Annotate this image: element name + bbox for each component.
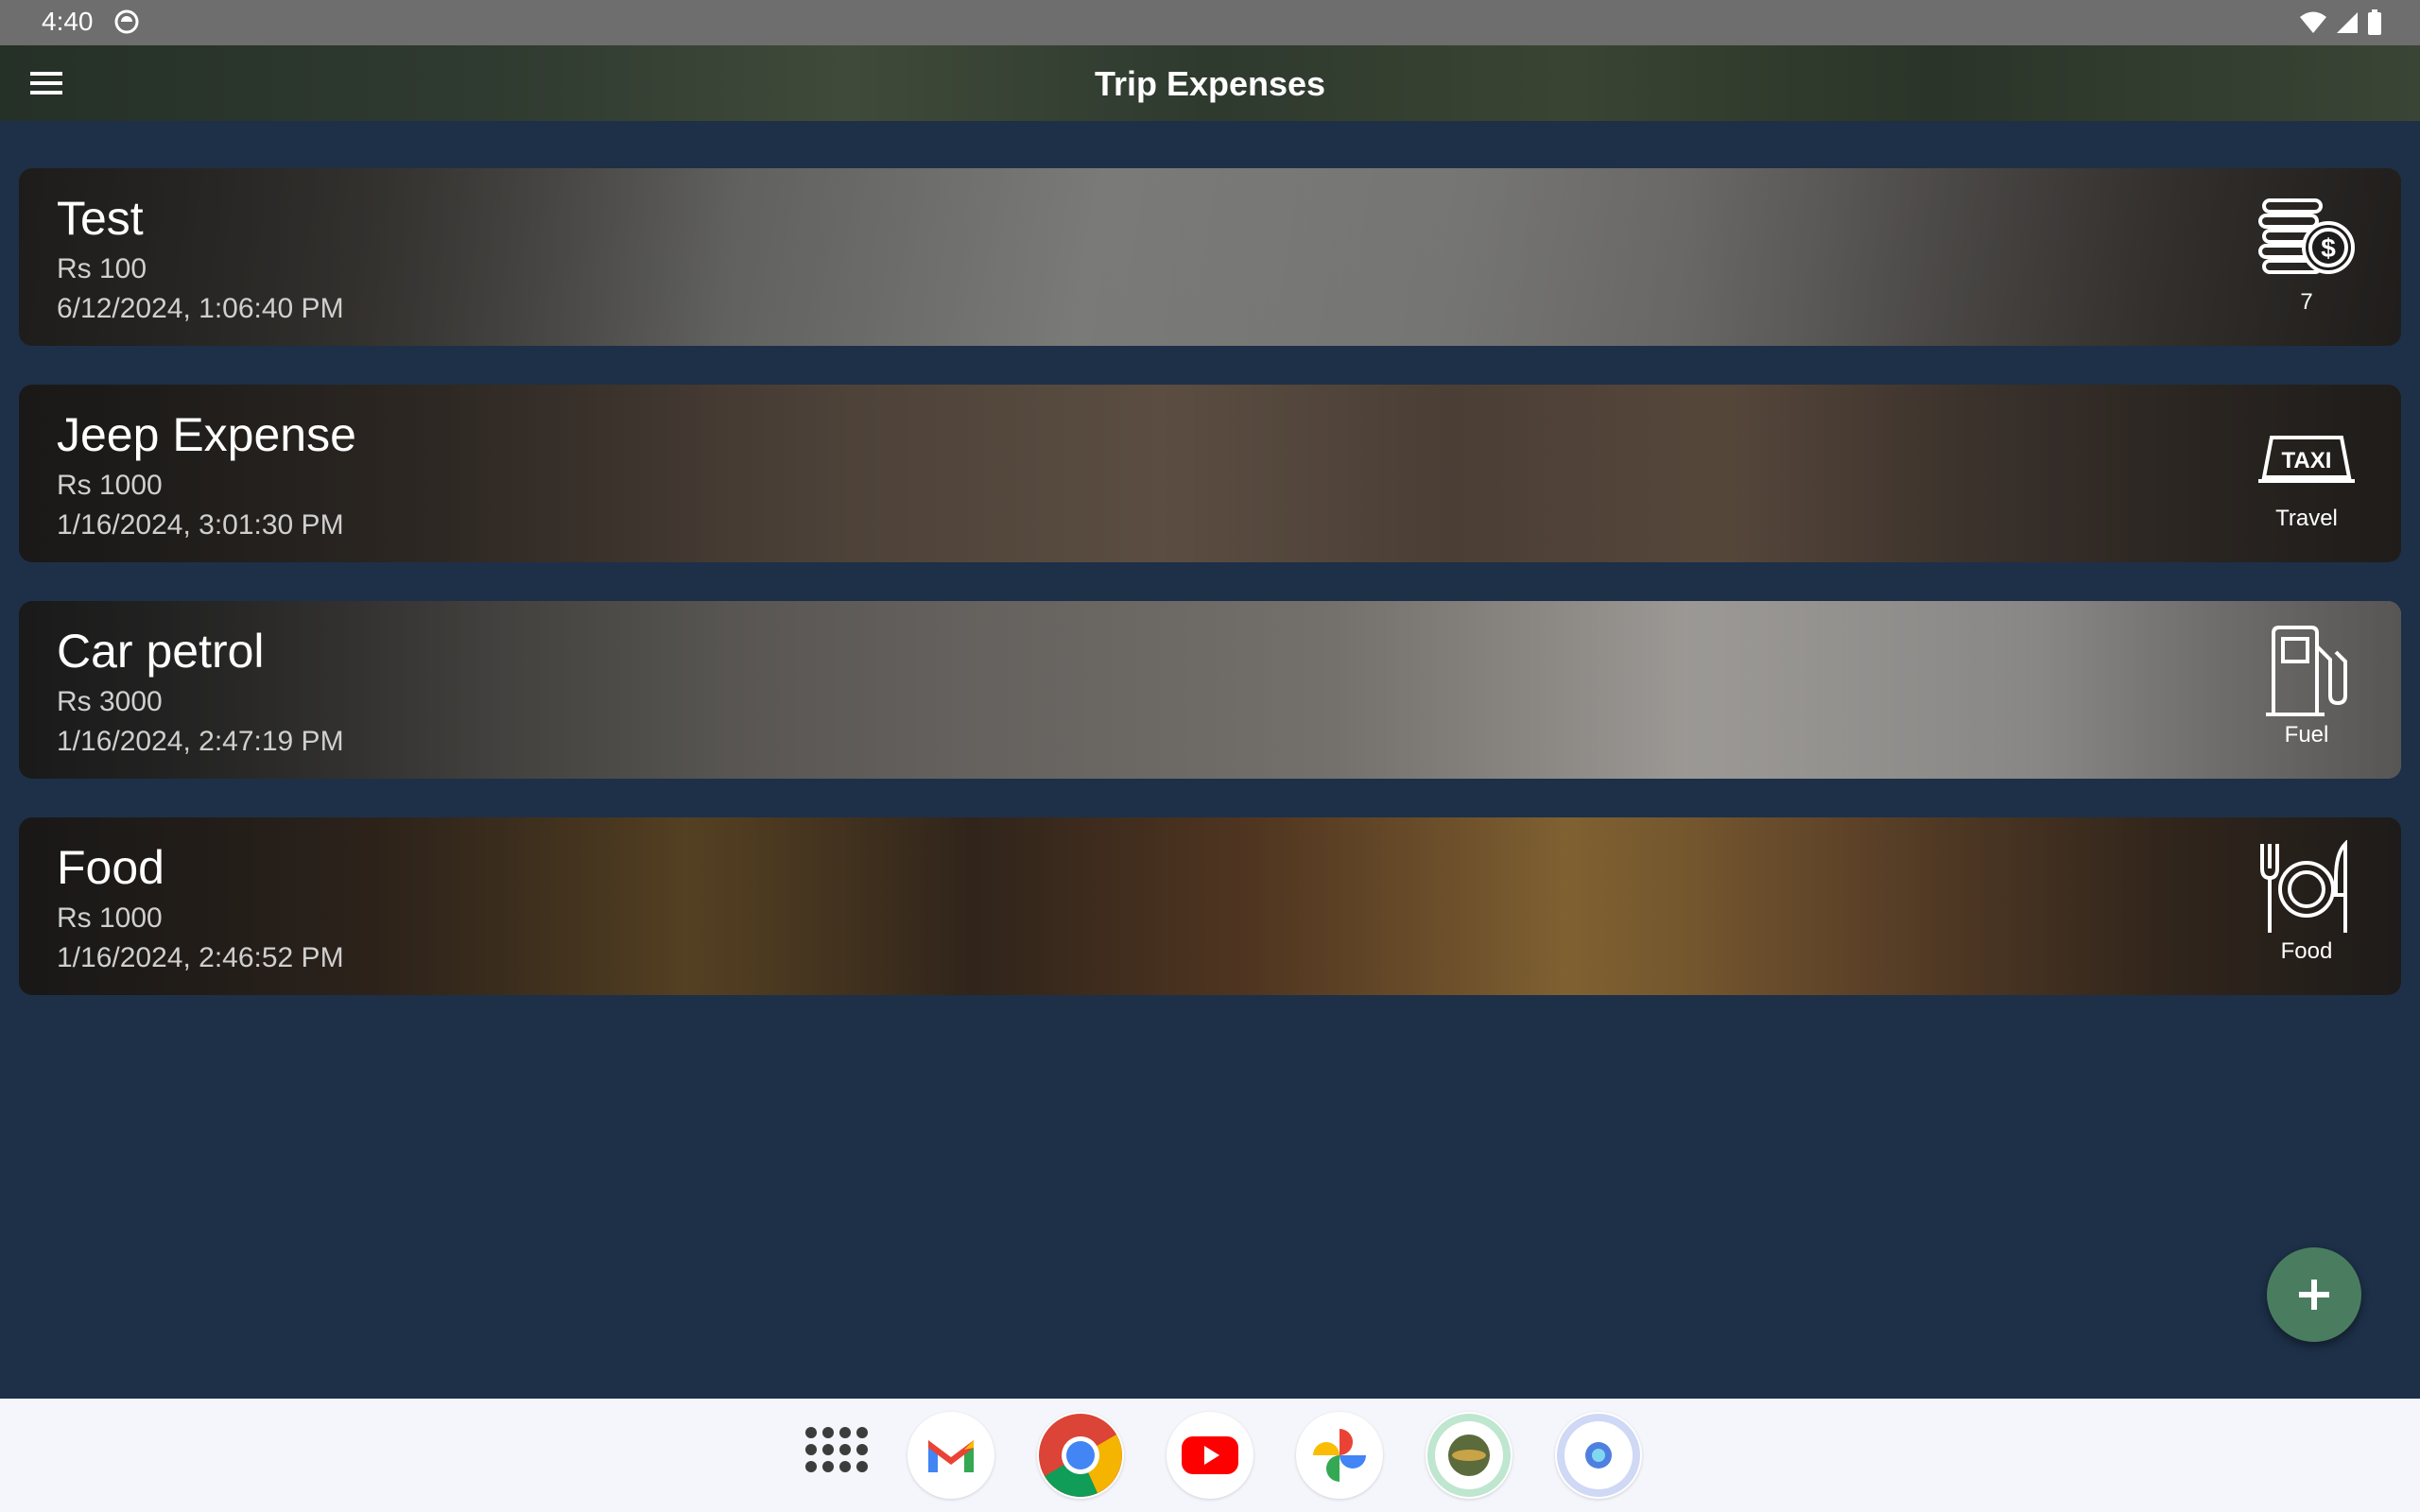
taxi-text: TAXI bbox=[2282, 448, 2332, 473]
expense-date: 1/16/2024, 2:46:52 PM bbox=[57, 942, 344, 973]
expense-amount: Rs 1000 bbox=[57, 470, 163, 501]
expense-date: 1/16/2024, 3:01:30 PM bbox=[57, 509, 344, 541]
trip-app-icon[interactable] bbox=[1426, 1412, 1512, 1499]
expense-card[interactable]: Jeep Expense Rs 1000 1/16/2024, 3:01:30 … bbox=[19, 385, 2401, 562]
status-icons bbox=[2299, 9, 2382, 41]
expense-card[interactable]: Car petrol Rs 3000 1/16/2024, 2:47:19 PM… bbox=[19, 601, 2401, 779]
expense-category: $ 7 bbox=[2250, 191, 2363, 333]
add-expense-button[interactable] bbox=[2267, 1247, 2361, 1342]
expense-date: 6/12/2024, 1:06:40 PM bbox=[57, 293, 344, 324]
expense-name: Jeep Expense bbox=[57, 408, 356, 461]
expense-name: Food bbox=[57, 841, 164, 894]
app-bar: Trip Expenses bbox=[0, 45, 2420, 121]
gmail-icon[interactable] bbox=[908, 1412, 994, 1499]
notification-icon bbox=[113, 9, 140, 35]
category-label: Travel bbox=[2275, 506, 2338, 531]
youtube-icon[interactable] bbox=[1167, 1412, 1253, 1499]
page-title: Trip Expenses bbox=[1094, 64, 1326, 103]
coins-dollar-icon: $ bbox=[2258, 198, 2355, 274]
svg-text:$: $ bbox=[2321, 233, 2336, 263]
plate-fork-knife-icon bbox=[2260, 840, 2347, 933]
camera-app-icon[interactable] bbox=[1555, 1412, 1642, 1499]
expense-name: Car petrol bbox=[57, 625, 265, 678]
status-time: 4:40 bbox=[42, 7, 94, 36]
expense-category: TAXI Travel bbox=[2250, 407, 2363, 549]
category-label: 7 bbox=[2300, 289, 2313, 315]
expense-date: 1/16/2024, 2:47:19 PM bbox=[57, 726, 344, 757]
expense-card[interactable]: Test Rs 100 6/12/2024, 1:06:40 PM $ 7 bbox=[19, 168, 2401, 346]
chrome-icon[interactable] bbox=[1037, 1412, 1124, 1499]
wifi-icon bbox=[2299, 10, 2327, 40]
signal-icon bbox=[2335, 10, 2360, 40]
plus-icon bbox=[2299, 1280, 2329, 1310]
app-dock bbox=[0, 1399, 2420, 1512]
battery-icon bbox=[2367, 9, 2382, 41]
expense-category: Food bbox=[2250, 840, 2363, 982]
expense-category: Fuel bbox=[2250, 624, 2363, 765]
category-label: Fuel bbox=[2284, 722, 2329, 747]
photos-icon[interactable] bbox=[1296, 1412, 1383, 1499]
expense-card[interactable]: Food Rs 1000 1/16/2024, 2:46:52 PM Food bbox=[19, 817, 2401, 995]
taxi-sign-icon: TAXI bbox=[2258, 436, 2355, 483]
category-label: Food bbox=[2280, 938, 2333, 964]
expense-name: Test bbox=[57, 192, 144, 245]
fuel-pump-icon bbox=[2266, 626, 2347, 716]
app-drawer-icon[interactable] bbox=[790, 1412, 877, 1499]
status-bar: 4:40 bbox=[0, 0, 2420, 45]
expense-amount: Rs 3000 bbox=[57, 686, 163, 717]
expense-amount: Rs 1000 bbox=[57, 902, 163, 934]
expense-amount: Rs 100 bbox=[57, 253, 147, 284]
